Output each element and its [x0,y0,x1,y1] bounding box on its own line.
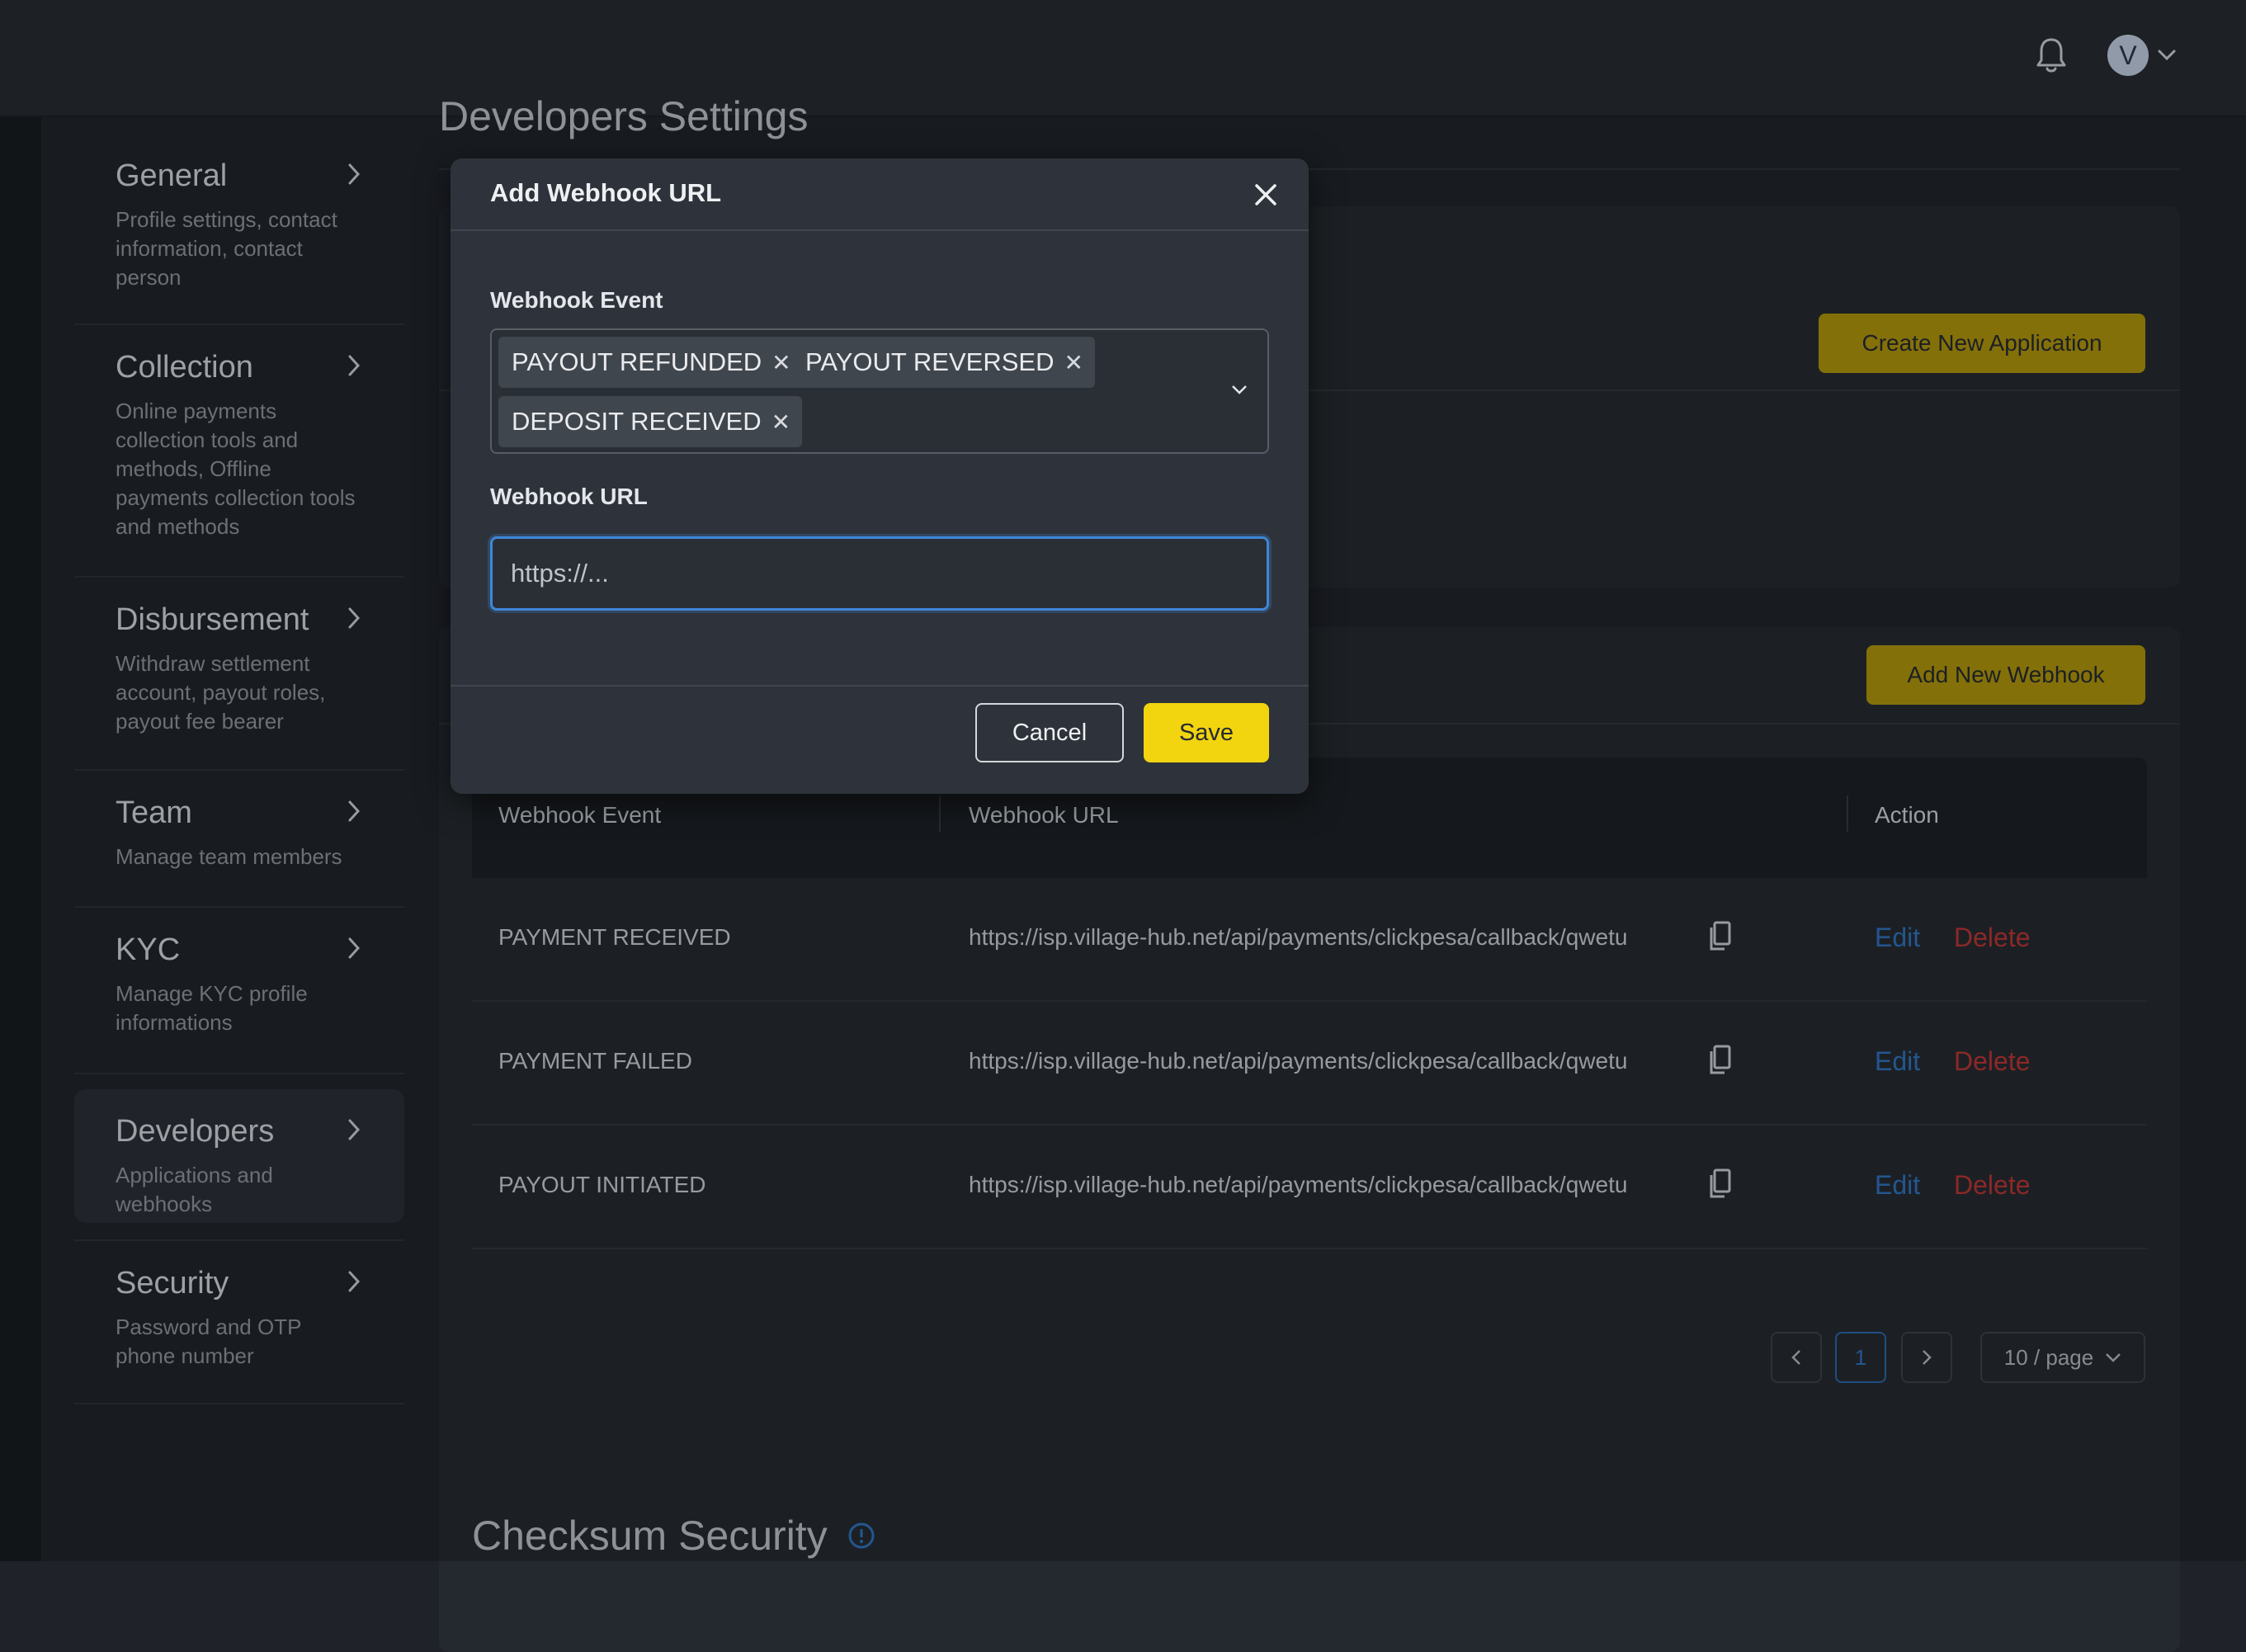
webhook-url-input[interactable] [490,536,1269,611]
divider [451,685,1309,687]
selected-event-tag: PAYOUT REFUNDED ✕ [498,337,803,388]
webhook-url-label: Webhook URL [490,484,648,509]
modal-header: Add Webhook URL [451,158,1309,231]
add-webhook-modal: Add Webhook URL Webhook Event PAYOUT REF… [451,158,1309,794]
close-icon[interactable] [1249,178,1282,211]
selected-event-tag: PAYOUT REVERSED ✕ [792,337,1095,388]
chevron-down-icon[interactable] [1229,380,1249,399]
save-button[interactable]: Save [1144,703,1269,762]
selected-event-tag: DEPOSIT RECEIVED ✕ [498,396,803,447]
tag-label: PAYOUT REVERSED [805,347,1055,376]
modal-title: Add Webhook URL [490,178,722,207]
webhook-event-label: Webhook Event [490,287,663,313]
remove-tag-icon[interactable]: ✕ [1064,349,1083,376]
webhook-event-select[interactable]: PAYOUT REFUNDED ✕ PAYOUT REVERSED ✕ DEPO… [490,328,1269,454]
remove-tag-icon[interactable]: ✕ [771,349,790,376]
remove-tag-icon[interactable]: ✕ [771,408,790,436]
cancel-button[interactable]: Cancel [975,703,1124,762]
tag-label: PAYOUT REFUNDED [512,347,762,376]
tag-label: DEPOSIT RECEIVED [512,407,762,436]
